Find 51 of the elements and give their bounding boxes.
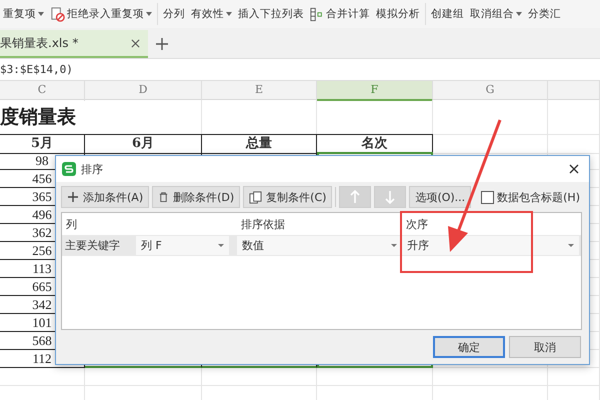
toolbar-button[interactable]: 分类汇 <box>525 5 564 23</box>
close-icon[interactable] <box>131 38 140 48</box>
column-header[interactable]: C <box>0 81 85 101</box>
caret-icon <box>226 12 232 16</box>
forbidden-sheet-icon <box>50 6 65 22</box>
toolbar-button[interactable]: 取消组合 <box>467 5 525 23</box>
toolbar-button[interactable]: 创建组 <box>428 5 467 23</box>
checkbox-label: 数据包含标题(H) <box>497 190 580 205</box>
down-arrow-icon <box>385 190 396 204</box>
caret-icon <box>146 12 152 16</box>
toolbar-button[interactable]: 合并计算 <box>307 4 373 24</box>
close-icon[interactable] <box>569 164 579 174</box>
app-logo-icon <box>62 162 76 176</box>
checkbox[interactable] <box>481 190 494 204</box>
caret-icon <box>38 12 44 16</box>
column-heading: 排序依据 <box>240 216 286 232</box>
toolbar-button[interactable]: 插入下拉列表 <box>235 5 307 23</box>
copy-icon <box>249 190 262 204</box>
caret-icon <box>568 244 574 248</box>
ok-button[interactable]: 确定 <box>433 336 505 358</box>
dialog-tool-button[interactable]: 选项(O)... <box>409 186 472 208</box>
tab-label: 果销量表.xls * <box>0 34 78 52</box>
dialog-tool-button[interactable]: 删除条件(D) <box>152 186 240 208</box>
toolbar-button[interactable]: 拒绝录入重复项 <box>47 4 155 24</box>
sheet-title: 度销量表 <box>0 100 85 135</box>
toolbar-button[interactable]: 模拟分析 <box>373 5 423 23</box>
document-tab[interactable]: 果销量表.xls * <box>0 30 148 58</box>
dialog-tool-button[interactable]: 添加条件(A) <box>61 186 150 208</box>
plus-icon <box>67 191 79 204</box>
caret-icon <box>391 244 397 248</box>
column-heading: 次序 <box>405 216 429 232</box>
column-header[interactable]: G <box>433 81 548 101</box>
toolbar-button[interactable]: 有效性 <box>188 5 235 23</box>
column-header[interactable]: D <box>85 81 202 101</box>
table-header-cell: 5月 <box>0 134 85 154</box>
merge-icon <box>310 6 324 22</box>
caret-icon <box>218 244 224 248</box>
trash-icon <box>158 191 170 204</box>
order-dropdown[interactable]: 升序 <box>402 236 579 256</box>
column-dropdown[interactable]: 列 F <box>136 236 229 256</box>
toolbar-button[interactable]: 重复项 <box>0 5 47 23</box>
sort-basis-dropdown[interactable]: 数值 <box>237 236 402 256</box>
table-header-cell: 6月 <box>85 134 202 154</box>
dialog-tool-button[interactable]: 复制条件(C) <box>243 186 332 208</box>
caret-icon <box>516 12 522 16</box>
cancel-button[interactable]: 取消 <box>509 336 581 358</box>
toolbar-button[interactable]: 分列 <box>160 5 188 23</box>
table-header-cell: 总量 <box>202 134 317 154</box>
header-checkbox[interactable]: 数据包含标题(H) <box>481 190 580 205</box>
up-arrow-icon <box>350 190 360 204</box>
plus-icon[interactable] <box>156 38 168 50</box>
